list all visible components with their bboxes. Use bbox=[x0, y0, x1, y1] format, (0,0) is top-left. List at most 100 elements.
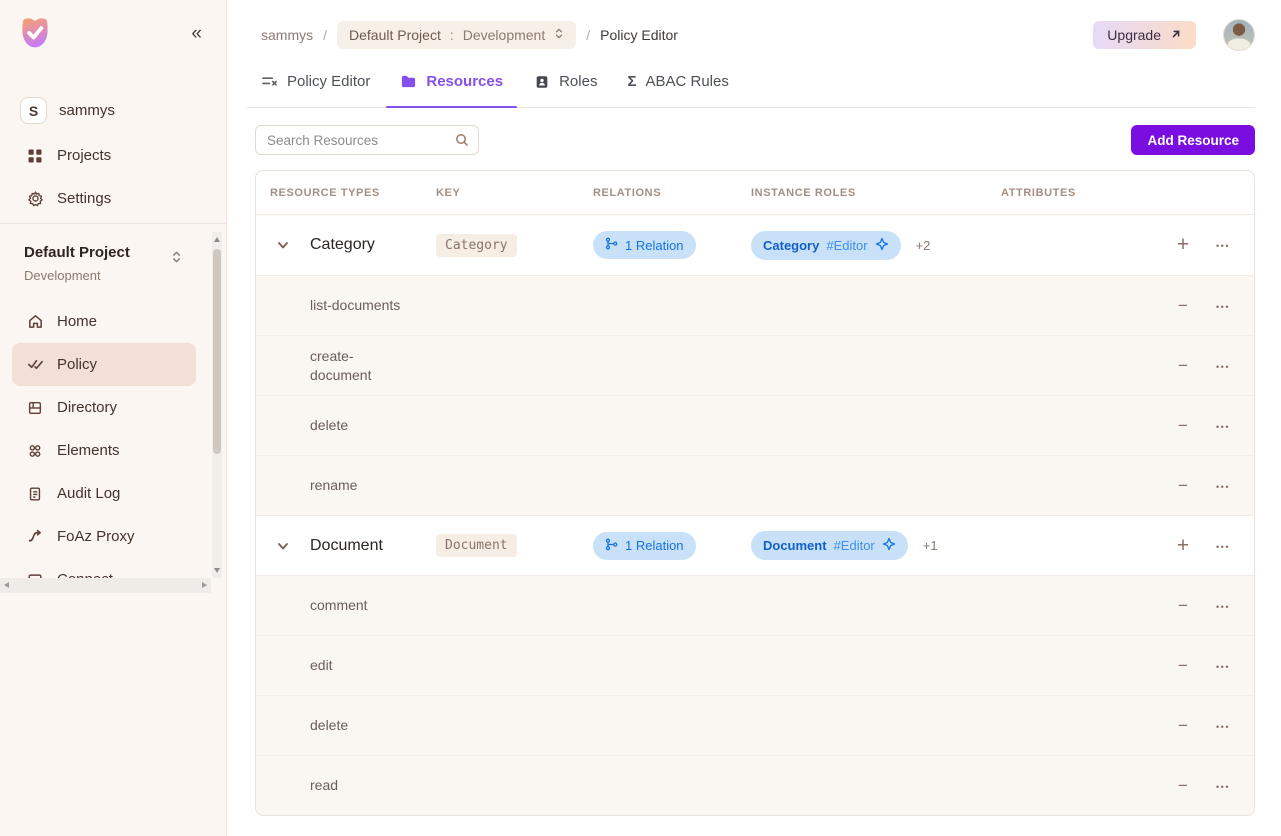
row-menu-button[interactable]: ••• bbox=[1211, 654, 1235, 678]
row-menu-button[interactable]: ••• bbox=[1211, 714, 1235, 738]
tab-label: ABAC Rules bbox=[645, 73, 728, 90]
tab-label: Policy Editor bbox=[287, 73, 370, 90]
remove-action-button[interactable]: − bbox=[1171, 354, 1195, 378]
sidebar-horizontal-scrollbar[interactable] bbox=[0, 578, 211, 593]
sidebar-item-directory[interactable]: Directory bbox=[0, 386, 226, 429]
action-row: delete − ••• bbox=[256, 695, 1254, 755]
arrow-up-right-icon bbox=[1170, 27, 1182, 43]
breadcrumb-separator: / bbox=[586, 27, 590, 43]
role-name-part: #Editor bbox=[834, 538, 875, 553]
scroll-left-arrow-icon[interactable] bbox=[4, 582, 9, 588]
breadcrumb: sammys / Default Project : Development /… bbox=[261, 21, 678, 49]
action-row: create-document − ••• bbox=[256, 335, 1254, 395]
sigma-icon: Σ bbox=[627, 73, 636, 90]
resource-row-category: Category Category 1 Relation Category#Ed… bbox=[256, 215, 1254, 275]
remove-action-button[interactable]: − bbox=[1171, 414, 1195, 438]
column-header-instance-roles: INSTANCE ROLES bbox=[751, 187, 1001, 199]
scroll-right-arrow-icon[interactable] bbox=[202, 582, 207, 588]
row-menu-button[interactable]: ••• bbox=[1211, 474, 1235, 498]
breadcrumb-environment: Development bbox=[463, 27, 546, 43]
sidebar-item-label: Directory bbox=[57, 399, 117, 416]
breadcrumb-project: Default Project bbox=[349, 27, 441, 43]
collapse-chevron-icon[interactable] bbox=[274, 236, 292, 254]
row-menu-button[interactable]: ••• bbox=[1211, 774, 1235, 798]
chevron-up-down-icon bbox=[554, 27, 564, 43]
resources-toolbar: Add Resource bbox=[227, 108, 1281, 155]
gear-icon bbox=[26, 190, 44, 208]
tab-policy-editor[interactable]: Policy Editor bbox=[247, 73, 384, 107]
resource-key-chip: Category bbox=[436, 234, 517, 257]
extra-roles-count[interactable]: +2 bbox=[916, 238, 931, 253]
remove-action-button[interactable]: − bbox=[1171, 474, 1195, 498]
directory-icon bbox=[26, 399, 44, 417]
sidebar-vertical-scrollbar[interactable] bbox=[212, 232, 222, 578]
sidebar-item-label: Elements bbox=[57, 442, 120, 459]
add-action-button[interactable]: + bbox=[1171, 233, 1195, 257]
breadcrumb-project-pill[interactable]: Default Project : Development bbox=[337, 21, 576, 49]
role-name-part: #Editor bbox=[826, 238, 867, 253]
relations-badge[interactable]: 1 Relation bbox=[593, 231, 696, 259]
remove-action-button[interactable]: − bbox=[1171, 714, 1195, 738]
app-logo-icon bbox=[17, 14, 53, 57]
row-menu-button[interactable]: ••• bbox=[1211, 534, 1235, 558]
tab-roles[interactable]: Roles bbox=[519, 73, 611, 107]
upgrade-button[interactable]: Upgrade bbox=[1093, 21, 1196, 49]
sidebar: « S sammys Projects Settings bbox=[0, 0, 227, 836]
relations-count-label: 1 Relation bbox=[625, 238, 684, 253]
action-label: read bbox=[310, 776, 412, 794]
sidebar-item-projects[interactable]: Projects bbox=[0, 134, 226, 177]
sidebar-item-label: Policy bbox=[57, 356, 97, 373]
org-switcher[interactable]: S sammys bbox=[0, 97, 226, 124]
project-selector[interactable]: Default Project Development bbox=[0, 224, 226, 286]
action-label: delete bbox=[310, 716, 412, 734]
action-row: rename − ••• bbox=[256, 455, 1254, 515]
scroll-up-arrow-icon[interactable] bbox=[214, 237, 220, 242]
table-header-row: RESOURCE TYPES KEY RELATIONS INSTANCE RO… bbox=[256, 171, 1254, 215]
grid-icon bbox=[26, 147, 44, 165]
sidebar-item-home[interactable]: Home bbox=[0, 300, 226, 343]
tab-bar: Policy Editor Resources Roles Σ ABAC R bbox=[247, 73, 1255, 108]
action-label: comment bbox=[310, 596, 412, 614]
branch-icon bbox=[605, 237, 618, 253]
action-row: comment − ••• bbox=[256, 575, 1254, 635]
sidebar-item-foaz-proxy[interactable]: FoAz Proxy bbox=[0, 515, 226, 558]
scroll-down-arrow-icon[interactable] bbox=[214, 568, 220, 573]
add-resource-button[interactable]: Add Resource bbox=[1131, 125, 1255, 155]
sparkle-icon bbox=[882, 537, 896, 554]
resource-key-chip: Document bbox=[436, 534, 517, 557]
row-menu-button[interactable]: ••• bbox=[1211, 354, 1235, 378]
org-name: sammys bbox=[59, 102, 115, 119]
scrollbar-thumb[interactable] bbox=[213, 249, 221, 454]
action-label: rename bbox=[310, 476, 412, 494]
row-menu-button[interactable]: ••• bbox=[1211, 294, 1235, 318]
breadcrumb-page: Policy Editor bbox=[600, 27, 678, 43]
remove-action-button[interactable]: − bbox=[1171, 294, 1195, 318]
sidebar-item-policy[interactable]: Policy bbox=[12, 343, 196, 386]
remove-action-button[interactable]: − bbox=[1171, 594, 1195, 618]
row-menu-button[interactable]: ••• bbox=[1211, 594, 1235, 618]
extra-roles-count[interactable]: +1 bbox=[923, 538, 938, 553]
breadcrumb-org[interactable]: sammys bbox=[261, 27, 313, 43]
collapse-chevron-icon[interactable] bbox=[274, 537, 292, 555]
double-check-icon bbox=[26, 356, 44, 374]
sidebar-item-audit-log[interactable]: Audit Log bbox=[0, 472, 226, 515]
row-menu-button[interactable]: ••• bbox=[1211, 414, 1235, 438]
search-input[interactable] bbox=[255, 125, 479, 155]
sidebar-item-elements[interactable]: Elements bbox=[0, 429, 226, 472]
relations-badge[interactable]: 1 Relation bbox=[593, 532, 696, 560]
relations-count-label: 1 Relation bbox=[625, 538, 684, 553]
remove-action-button[interactable]: − bbox=[1171, 774, 1195, 798]
row-menu-button[interactable]: ••• bbox=[1211, 233, 1235, 257]
elements-icon bbox=[26, 442, 44, 460]
sidebar-item-settings[interactable]: Settings bbox=[0, 177, 226, 220]
instance-role-badge[interactable]: Category#Editor bbox=[751, 231, 901, 260]
tab-resources[interactable]: Resources bbox=[386, 73, 517, 107]
audit-log-icon bbox=[26, 485, 44, 503]
add-action-button[interactable]: + bbox=[1171, 534, 1195, 558]
instance-role-badge[interactable]: Document#Editor bbox=[751, 531, 908, 560]
sidebar-nav: Home Policy Directory bbox=[0, 300, 226, 582]
user-avatar[interactable] bbox=[1223, 19, 1255, 51]
remove-action-button[interactable]: − bbox=[1171, 654, 1195, 678]
sidebar-collapse-button[interactable]: « bbox=[191, 24, 202, 43]
tab-abac-rules[interactable]: Σ ABAC Rules bbox=[613, 73, 742, 107]
